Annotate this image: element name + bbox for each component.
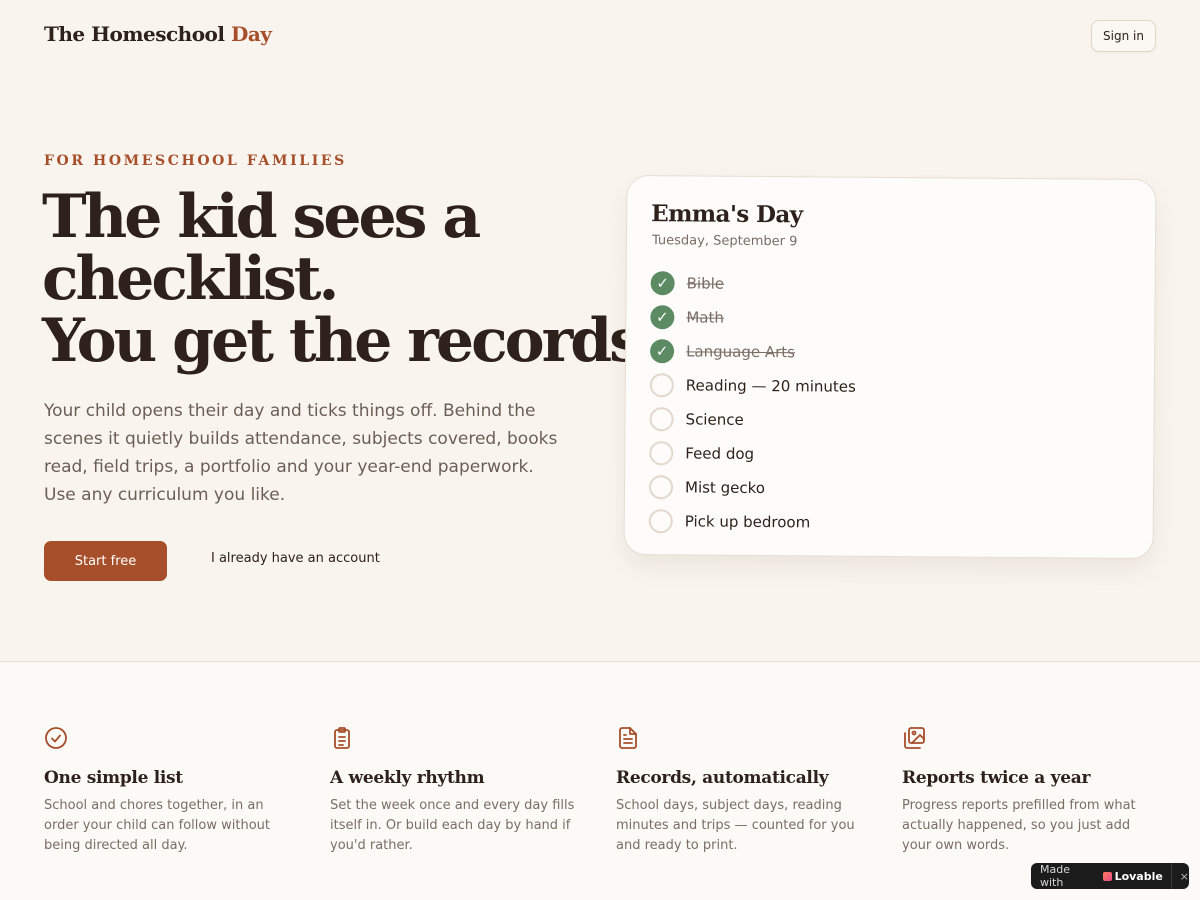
feature-title: One simple list: [44, 768, 183, 788]
feature-title: Reports twice a year: [902, 768, 1091, 788]
features-section: One simple list School and chores togeth…: [0, 662, 1200, 900]
badge-brand: Lovable: [1102, 869, 1163, 883]
unchecked-circle-icon[interactable]: [649, 441, 674, 466]
checked-icon[interactable]: ✓: [650, 305, 675, 330]
headline-line: checklist.: [42, 244, 339, 314]
day-checklist-card: Emma's Day Tuesday, September 9 ✓ Bible …: [623, 174, 1157, 560]
images-icon: [904, 727, 925, 749]
task-label: Language Arts: [686, 342, 796, 362]
feature-title: A weekly rhythm: [330, 768, 485, 788]
badge-brand-label: Lovable: [1114, 869, 1163, 883]
start-free-button[interactable]: Start free: [44, 541, 167, 581]
headline-line: The kid sees a: [42, 182, 481, 252]
card-date: Tuesday, September 9: [651, 233, 798, 250]
task-item[interactable]: ✓ Language Arts: [650, 334, 1130, 372]
card-title: Emma's Day: [651, 200, 803, 229]
feature-card: A weekly rhythm Set the week once and ev…: [330, 726, 586, 856]
task-label: Pick up bedroom: [684, 512, 811, 532]
hero-headline: The kid sees a checklist. You get the re…: [42, 182, 661, 376]
task-item[interactable]: Mist gecko: [648, 470, 1129, 508]
feature-body: School days, subject days, reading minut…: [616, 798, 855, 853]
task-item[interactable]: Science: [649, 402, 1129, 440]
logo[interactable]: The Homeschool Day: [44, 22, 272, 46]
logo-main: The Homeschool: [44, 22, 225, 46]
task-label: Science: [685, 410, 744, 429]
headline-line: You get the records.: [42, 306, 661, 376]
feature-body: Set the week once and every day fills it…: [330, 798, 575, 853]
check-circle-icon: [45, 727, 67, 749]
logo-accent: Day: [230, 22, 272, 46]
site-header: The Homeschool Day Sign in: [0, 0, 1200, 72]
feature-title: Records, automatically: [616, 768, 829, 788]
existing-account-link[interactable]: I already have an account: [211, 551, 380, 566]
task-label: Mist gecko: [684, 478, 766, 498]
task-item[interactable]: Pick up bedroom: [648, 504, 1129, 542]
task-label: Bible: [686, 274, 725, 293]
unchecked-circle-icon[interactable]: [648, 475, 674, 500]
made-with-badge[interactable]: Made with Lovable ×: [1031, 863, 1189, 889]
feature-card: Records, automatically School days, subj…: [616, 726, 872, 856]
lovable-heart-icon: [1102, 871, 1112, 881]
clipboard-list-icon: [334, 727, 350, 749]
feature-card: One simple list School and chores togeth…: [44, 726, 300, 856]
badge-text: Made with: [1040, 863, 1070, 889]
task-label: Reading — 20 minutes: [685, 376, 856, 396]
hero-lede: Your child opens their day and ticks thi…: [44, 401, 558, 505]
feature-body: Progress reports prefilled from what act…: [902, 798, 1136, 853]
task-label: Math: [686, 308, 724, 327]
hero-eyebrow: FOR HOMESCHOOL FAMILIES: [44, 153, 347, 169]
checked-icon[interactable]: ✓: [650, 271, 675, 296]
task-item[interactable]: ✓ Bible: [650, 266, 1131, 304]
task-item[interactable]: Feed dog: [649, 436, 1129, 474]
unchecked-circle-icon[interactable]: [648, 509, 673, 534]
feature-body: School and chores together, in an order …: [44, 798, 270, 853]
close-icon[interactable]: ×: [1180, 870, 1189, 883]
task-item[interactable]: ✓ Math: [650, 300, 1130, 338]
document-icon: [619, 727, 637, 749]
badge-separator: [1170, 863, 1172, 889]
unchecked-circle-icon[interactable]: [649, 407, 674, 432]
feature-card: Reports twice a year Progress reports pr…: [902, 726, 1158, 856]
unchecked-circle-icon[interactable]: [649, 373, 674, 398]
task-list: ✓ Bible ✓ Math ✓ Language Arts Reading —…: [648, 266, 1131, 542]
checked-icon[interactable]: ✓: [650, 339, 675, 364]
sign-in-button[interactable]: Sign in: [1091, 20, 1156, 52]
task-label: Feed dog: [685, 444, 755, 463]
task-item[interactable]: Reading — 20 minutes: [649, 368, 1130, 406]
